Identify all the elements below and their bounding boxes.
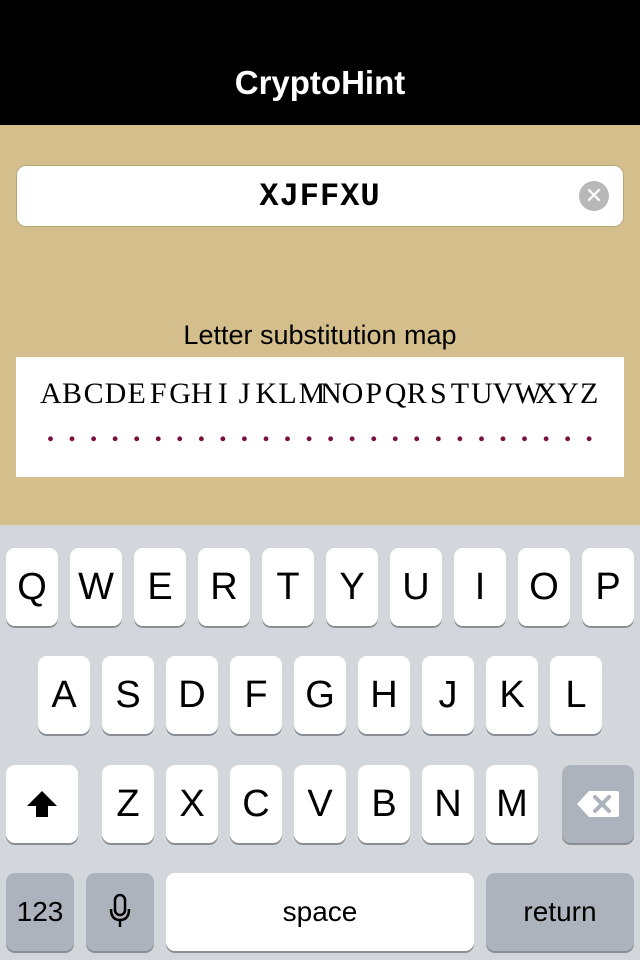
key-j[interactable]: J bbox=[422, 656, 474, 734]
app-title: CryptoHint bbox=[234, 63, 406, 101]
key-d[interactable]: D bbox=[166, 656, 218, 734]
backspace-key[interactable] bbox=[562, 765, 634, 843]
key-q[interactable]: Q bbox=[6, 548, 58, 626]
map-letters-row: ABCDEFGHIJKLMNOPQRSTUVWXYZ bbox=[40, 377, 600, 411]
space-key[interactable]: space bbox=[166, 873, 474, 951]
microphone-key[interactable] bbox=[86, 873, 154, 951]
map-placeholder: . bbox=[262, 415, 270, 448]
map-placeholder: . bbox=[89, 415, 98, 448]
map-placeholder: . bbox=[585, 415, 593, 448]
key-e[interactable]: E bbox=[134, 548, 186, 626]
map-letter: S bbox=[430, 377, 447, 410]
map-placeholder: . bbox=[542, 415, 550, 448]
key-l[interactable]: L bbox=[550, 656, 602, 734]
map-placeholder: . bbox=[391, 415, 400, 448]
map-placeholder: . bbox=[434, 415, 443, 448]
map-placeholder: . bbox=[111, 415, 119, 448]
map-placeholder: . bbox=[520, 415, 529, 448]
key-w[interactable]: W bbox=[70, 548, 122, 626]
map-letter: J bbox=[238, 377, 251, 410]
key-m[interactable]: M bbox=[486, 765, 538, 843]
map-letter: Y bbox=[557, 377, 579, 410]
map-letter: D bbox=[104, 377, 127, 410]
cipher-input[interactable] bbox=[17, 166, 623, 226]
key-h[interactable]: H bbox=[358, 656, 410, 734]
map-placeholder: . bbox=[456, 415, 464, 448]
map-letter: B bbox=[62, 377, 83, 410]
keyboard: Q W E R T Y U I O P A S D F G H J K L Z X C V B N M 123 space return bbox=[0, 525, 640, 960]
navigation-bar: CryptoHint bbox=[0, 0, 640, 125]
map-placeholder: . bbox=[499, 415, 507, 448]
shift-arrow-icon bbox=[27, 791, 57, 817]
key-c[interactable]: C bbox=[230, 765, 282, 843]
cipher-input-container[interactable]: ✕ bbox=[16, 165, 624, 227]
key-y[interactable]: Y bbox=[326, 548, 378, 626]
map-placeholder: . bbox=[240, 415, 249, 448]
map-placeholder: . bbox=[348, 415, 356, 448]
key-r[interactable]: R bbox=[198, 548, 250, 626]
map-letter: T bbox=[450, 377, 470, 410]
map-letter: L bbox=[278, 377, 297, 410]
map-letter: W bbox=[514, 377, 543, 410]
map-placeholder: . bbox=[132, 415, 141, 448]
map-placeholder: . bbox=[305, 415, 313, 448]
map-placeholder: . bbox=[154, 415, 162, 448]
map-letter: O bbox=[341, 377, 364, 410]
key-g[interactable]: G bbox=[294, 656, 346, 734]
key-i[interactable]: I bbox=[454, 548, 506, 626]
return-key[interactable]: return bbox=[486, 873, 634, 951]
map-placeholder: . bbox=[413, 415, 421, 448]
shift-key[interactable] bbox=[6, 765, 78, 843]
backspace-icon bbox=[577, 791, 619, 817]
key-p[interactable]: P bbox=[582, 548, 634, 626]
map-letter: M bbox=[298, 377, 326, 410]
map-letter: F bbox=[149, 377, 167, 410]
map-letter: V bbox=[492, 377, 515, 410]
map-placeholder: . bbox=[563, 415, 572, 448]
map-letter: H bbox=[190, 377, 213, 410]
map-letter: Q bbox=[384, 377, 407, 410]
map-placeholder: . bbox=[369, 415, 378, 448]
map-placeholder: . bbox=[326, 415, 335, 448]
key-b[interactable]: B bbox=[358, 765, 410, 843]
key-u[interactable]: U bbox=[390, 548, 442, 626]
key-s[interactable]: S bbox=[102, 656, 154, 734]
map-letter: R bbox=[406, 377, 427, 410]
key-o[interactable]: O bbox=[518, 548, 570, 626]
map-placeholder: . bbox=[197, 415, 206, 448]
numbers-key[interactable]: 123 bbox=[6, 873, 74, 951]
key-v[interactable]: V bbox=[294, 765, 346, 843]
clear-circle-icon[interactable]: ✕ bbox=[579, 181, 609, 211]
map-placeholder: . bbox=[283, 415, 292, 448]
map-letter: U bbox=[470, 377, 493, 410]
main-content: ✕ Letter substitution map ABCDEFGHIJKLMN… bbox=[0, 125, 640, 525]
map-placeholder: . bbox=[219, 415, 227, 448]
key-a[interactable]: A bbox=[38, 656, 90, 734]
map-letter: C bbox=[83, 377, 104, 410]
map-letter: E bbox=[127, 377, 146, 410]
key-k[interactable]: K bbox=[486, 656, 538, 734]
map-letter: G bbox=[169, 377, 191, 410]
map-letter: A bbox=[40, 377, 62, 410]
microphone-icon bbox=[109, 893, 131, 927]
map-placeholder: . bbox=[176, 415, 184, 448]
map-letter: K bbox=[255, 377, 278, 410]
key-t[interactable]: T bbox=[262, 548, 314, 626]
key-x[interactable]: X bbox=[166, 765, 218, 843]
map-placeholder: . bbox=[477, 415, 486, 448]
map-letter: Z bbox=[580, 377, 599, 410]
map-label: Letter substitution map bbox=[183, 320, 457, 350]
key-f[interactable]: F bbox=[230, 656, 282, 734]
map-letter: N bbox=[320, 377, 342, 410]
map-placeholders-row: .......................... bbox=[40, 415, 600, 449]
map-letter: P bbox=[365, 377, 383, 410]
key-n[interactable]: N bbox=[422, 765, 474, 843]
key-z[interactable]: Z bbox=[102, 765, 154, 843]
map-letter: I bbox=[217, 377, 228, 410]
map-placeholder: . bbox=[68, 415, 76, 448]
substitution-map: ABCDEFGHIJKLMNOPQRSTUVWXYZ .............… bbox=[16, 357, 624, 477]
map-placeholder: . bbox=[46, 415, 55, 448]
map-letter: X bbox=[535, 377, 558, 410]
